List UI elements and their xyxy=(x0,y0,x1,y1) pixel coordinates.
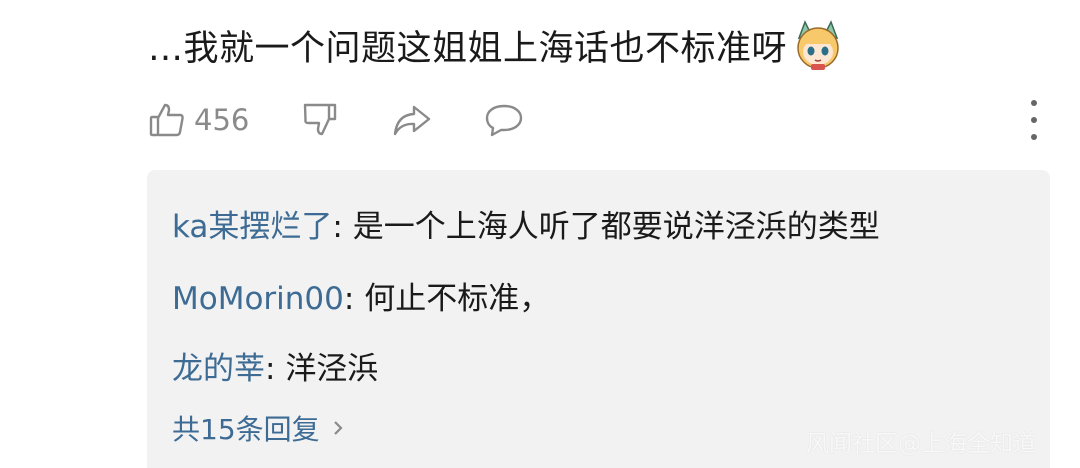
dislike-button[interactable] xyxy=(301,101,339,139)
reply-separator: : xyxy=(343,281,365,317)
more-vertical-icon-dot xyxy=(1031,100,1037,106)
more-vertical-icon-dot xyxy=(1031,117,1037,123)
more-options-button[interactable] xyxy=(1018,100,1050,140)
share-button[interactable] xyxy=(391,101,433,139)
comment-bubble-icon xyxy=(486,104,523,137)
reply-separator: : xyxy=(332,209,353,245)
comment-body: …我就一个问题这姐姐上海话也不标准呀 xyxy=(148,18,845,72)
view-all-replies-label: 共15条回复 xyxy=(172,413,320,446)
reply-item: MoMorin00: 何止不标准， xyxy=(172,273,550,318)
share-arrow-icon xyxy=(394,105,431,136)
comment-screen: …我就一个问题这姐姐上海话也不标准呀 456 ka某摆烂了: 是一个上海人听了都… xyxy=(0,0,1080,468)
reply-username[interactable]: ka某摆烂了 xyxy=(172,209,332,245)
reply-button[interactable] xyxy=(483,101,525,139)
reply-text: 洋泾浜 xyxy=(285,351,379,387)
more-vertical-icon-dot xyxy=(1031,134,1037,140)
thumbs-down-icon xyxy=(304,103,337,136)
chevron-right-icon xyxy=(333,421,343,435)
comment-text: …我就一个问题这姐姐上海话也不标准呀 xyxy=(148,28,788,69)
reply-separator: : xyxy=(265,351,286,387)
view-all-replies-link[interactable]: 共15条回复 xyxy=(172,408,348,448)
reply-text: 是一个上海人听了都要说洋泾浜的类型 xyxy=(352,209,880,245)
thumbs-up-icon xyxy=(149,103,184,137)
reply-item: ka某摆烂了: 是一个上海人听了都要说洋泾浜的类型 xyxy=(172,201,880,246)
reply-text: 何止不标准， xyxy=(364,281,551,317)
reply-username[interactable]: 龙的莘 xyxy=(172,351,265,387)
like-count: 456 xyxy=(194,103,250,137)
anime-girl-sticker-icon xyxy=(797,20,839,70)
like-button[interactable]: 456 xyxy=(148,101,249,139)
comment-actions: 456 xyxy=(148,98,525,142)
reply-item: 龙的莘: 洋泾浜 xyxy=(172,343,378,388)
reply-username[interactable]: MoMorin00 xyxy=(172,281,344,317)
watermark: 风闻社区@上海全知道 xyxy=(806,431,1036,457)
